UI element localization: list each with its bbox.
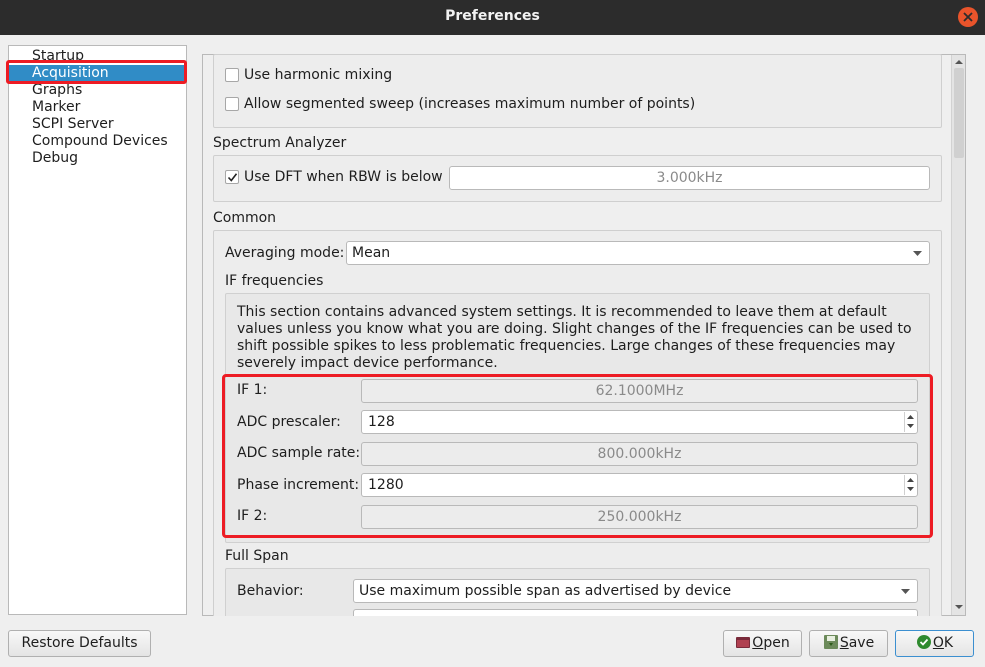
chevron-down-icon (913, 251, 922, 256)
dft-threshold-field[interactable]: 3.000kHz (449, 166, 930, 190)
full-span-behavior-select[interactable]: Use maximum possible span as advertised … (353, 579, 918, 603)
page-item-compound-devices[interactable]: Compound Devices (9, 133, 186, 150)
if2-label: IF 2: (237, 508, 268, 524)
use-dft-checkbox[interactable] (225, 170, 239, 184)
ok-label: K (943, 635, 954, 651)
save-label-mnemonic: S (839, 635, 849, 651)
full-span-title: Full Span (225, 548, 289, 564)
phase-increment-spinbox[interactable]: 1280 (361, 473, 918, 497)
save-button[interactable]: Save (809, 630, 888, 657)
checkmark-icon (227, 173, 238, 182)
full-span-next-field[interactable] (353, 609, 918, 616)
save-icon (823, 635, 838, 649)
chevron-up-icon (907, 415, 914, 419)
adc-prescaler-value: 128 (368, 414, 395, 430)
segmented-sweep-checkbox[interactable] (225, 97, 239, 111)
segmented-sweep-label: Allow segmented sweep (increases maximum… (244, 96, 696, 112)
averaging-mode-label: Averaging mode: (225, 245, 345, 261)
page-item-startup[interactable]: Startup (9, 48, 186, 65)
full-span-behavior-value: Use maximum possible span as advertised … (359, 583, 732, 599)
chevron-down-icon (907, 424, 914, 428)
scroll-up-icon[interactable] (954, 58, 964, 66)
adc-prescaler-label: ADC prescaler: (237, 414, 341, 430)
use-dft-label: Use DFT when RBW is below (244, 169, 443, 185)
page-item-graphs[interactable]: Graphs (9, 82, 186, 99)
phase-increment-label: Phase increment: (237, 477, 360, 493)
phase-increment-stepper[interactable] (904, 475, 916, 495)
adc-sample-rate-field[interactable]: 800.000kHz (361, 442, 918, 466)
check-circle-icon (916, 635, 931, 649)
harmonic-mixing-row[interactable]: Use harmonic mixing (225, 67, 392, 83)
averaging-mode-value: Mean (352, 245, 391, 261)
open-button[interactable]: Open (723, 630, 802, 657)
common-title: Common (213, 210, 277, 226)
use-dft-row[interactable]: Use DFT when RBW is below (225, 169, 443, 185)
adc-prescaler-stepper[interactable] (904, 412, 916, 432)
preferences-page-list: Startup Acquisition Graphs Marker SCPI S… (8, 45, 187, 615)
acquisition-general-group (213, 54, 942, 128)
vertical-scrollbar[interactable] (951, 55, 965, 615)
chevron-up-icon (907, 478, 914, 482)
if-frequencies-title: IF frequencies (225, 273, 324, 289)
harmonic-mixing-checkbox[interactable] (225, 68, 239, 82)
segmented-sweep-row[interactable]: Allow segmented sweep (increases maximum… (225, 96, 695, 112)
ok-button[interactable]: OK (895, 630, 974, 657)
scroll-down-icon[interactable] (954, 603, 964, 611)
phase-increment-value: 1280 (368, 477, 404, 493)
if-frequencies-description: This section contains advanced system se… (237, 304, 912, 371)
open-label: pen (763, 635, 790, 651)
folder-open-icon (736, 637, 751, 648)
adc-sample-rate-label: ADC sample rate: (237, 445, 361, 461)
page-item-marker[interactable]: Marker (9, 99, 186, 116)
save-label: ave (848, 635, 875, 651)
if1-field[interactable]: 62.1000MHz (361, 379, 918, 403)
page-item-scpi-server[interactable]: SCPI Server (9, 116, 186, 133)
harmonic-mixing-label: Use harmonic mixing (244, 67, 393, 83)
page-item-debug[interactable]: Debug (9, 150, 186, 167)
close-icon (963, 12, 973, 22)
averaging-mode-select[interactable]: Mean (346, 241, 930, 265)
title-bar: Preferences (0, 0, 985, 35)
window-title: Preferences (445, 8, 540, 24)
restore-defaults-button[interactable]: Restore Defaults (8, 630, 151, 657)
close-button[interactable] (958, 7, 978, 27)
ok-label-mnemonic: O (932, 635, 944, 651)
scrollbar-thumb[interactable] (954, 68, 964, 158)
adc-prescaler-spinbox[interactable]: 128 (361, 410, 918, 434)
open-label-mnemonic: O (752, 635, 764, 651)
chevron-down-icon (901, 589, 910, 594)
page-item-acquisition[interactable]: Acquisition (9, 65, 186, 82)
if2-field[interactable]: 250.000kHz (361, 505, 918, 529)
chevron-down-icon (907, 487, 914, 491)
if1-label: IF 1: (237, 382, 268, 398)
behavior-label: Behavior: (237, 583, 304, 599)
spectrum-analyzer-title: Spectrum Analyzer (213, 135, 347, 151)
